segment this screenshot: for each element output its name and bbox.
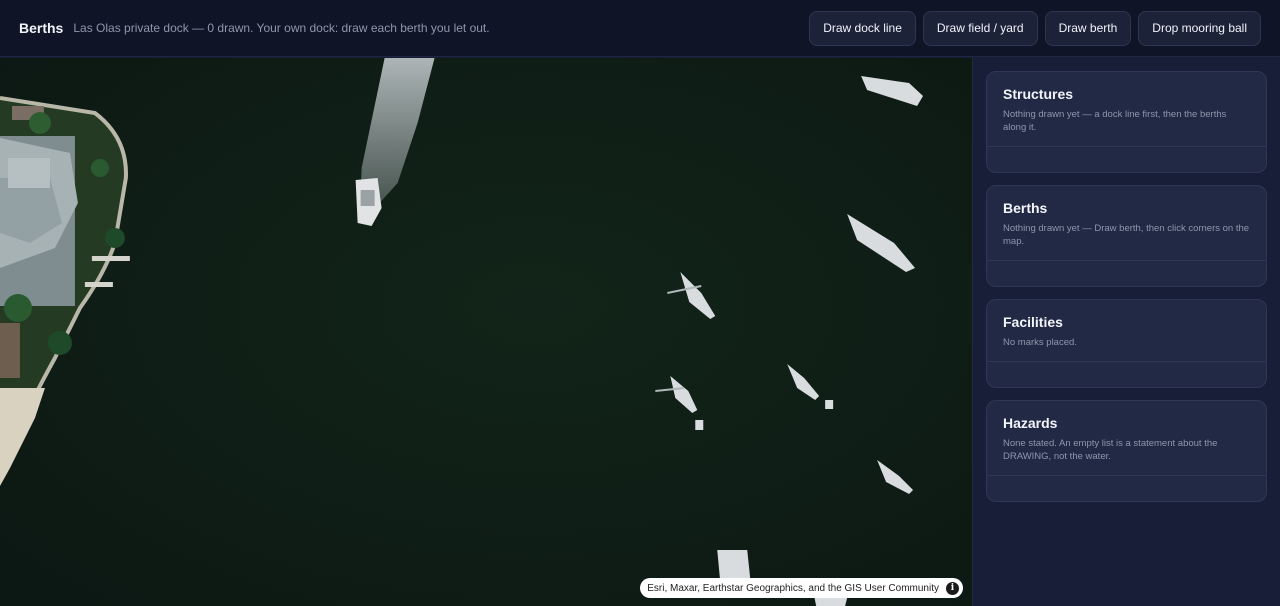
attribution-text: Esri, Maxar, Earthstar Geographics, and … xyxy=(647,582,939,594)
berths-desc: Nothing drawn yet — Draw berth, then cli… xyxy=(1003,223,1250,247)
berths-title: Berths xyxy=(1003,200,1048,216)
top-bar: Berths Las Olas private dock — 0 drawn. … xyxy=(0,0,1280,57)
app-title: Berths xyxy=(19,20,64,36)
structures-card: Structures Nothing drawn yet — a dock li… xyxy=(986,71,1267,173)
hazards-desc: None stated. An empty list is a statemen… xyxy=(1003,438,1218,462)
info-icon[interactable]: i xyxy=(946,581,959,595)
map-attribution: Esri, Maxar, Earthstar Geographics, and … xyxy=(640,578,963,598)
facilities-card: Facilities No marks placed. xyxy=(986,299,1267,388)
facilities-list xyxy=(987,361,1266,387)
structures-title: Structures xyxy=(1003,86,1074,102)
draw-berth-button[interactable]: Draw berth xyxy=(1044,10,1132,46)
drop-mooring-ball-button[interactable]: Drop mooring ball xyxy=(1138,10,1261,46)
hazards-title: Hazards xyxy=(1003,415,1058,431)
facilities-desc: No marks placed. xyxy=(1003,337,1077,348)
structures-desc: Nothing drawn yet — a dock line first, t… xyxy=(1003,109,1227,133)
draw-field-yard-button[interactable]: Draw field / yard xyxy=(922,10,1038,46)
side-panel: Structures Nothing drawn yet — a dock li… xyxy=(974,58,1280,606)
satellite-map[interactable]: Esri, Maxar, Earthstar Geographics, and … xyxy=(0,58,973,606)
facilities-title: Facilities xyxy=(1003,314,1063,330)
berths-card: Berths Nothing drawn yet — Draw berth, t… xyxy=(986,185,1267,287)
structures-list xyxy=(987,146,1266,172)
berths-list xyxy=(987,260,1266,286)
hazards-card: Hazards None stated. An empty list is a … xyxy=(986,400,1267,502)
hazards-list xyxy=(987,475,1266,501)
status-text: Las Olas private dock — 0 drawn. Your ow… xyxy=(73,21,490,35)
toolbar-actions: Draw dock line Draw field / yard Draw be… xyxy=(809,10,1261,46)
satellite-imagery xyxy=(0,58,972,606)
draw-dock-line-button[interactable]: Draw dock line xyxy=(809,10,916,46)
